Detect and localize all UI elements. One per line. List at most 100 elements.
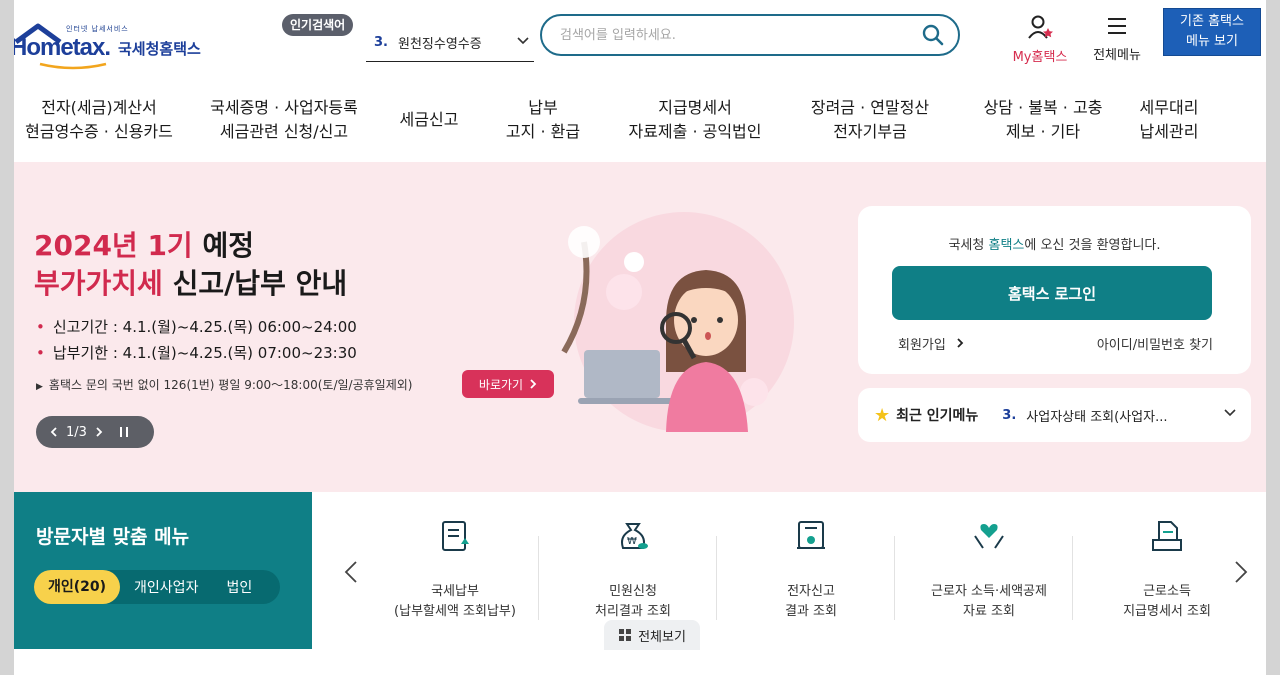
nav-line2: 납세관리: [1139, 122, 1199, 141]
card-line2: 결과 조회: [785, 604, 837, 619]
card-line1: 근로자 소득·세액공제: [931, 584, 1047, 599]
chevron-down-icon: [1224, 409, 1236, 417]
card-line2: 처리결과 조회: [595, 604, 671, 619]
pause-icon[interactable]: [119, 426, 129, 438]
welcome-brand: 홈택스: [988, 238, 1025, 253]
visitor-menu-title: 방문자별 맞춤 메뉴: [36, 526, 190, 548]
hero-title-line1: 2024년 1기 예정: [34, 224, 254, 264]
all-menu-button[interactable]: 전체메뉴: [1086, 14, 1148, 63]
find-id-password-link[interactable]: 아이디/비밀번호 찾기: [1097, 334, 1213, 353]
nav-line1: 장려금 · 연말정산: [810, 98, 930, 117]
hero-title2-dark: 신고/납부 안내: [172, 267, 348, 300]
nav-item-tax-return[interactable]: 세금신고: [384, 92, 474, 148]
login-button[interactable]: 홈택스 로그인: [892, 266, 1212, 320]
bullet-text: 납부기한 : 4.1.(월)~4.25.(목) 07:00~23:30: [52, 344, 357, 362]
nav-item-payment-statement[interactable]: 지급명세서 자료제출 · 공익법인: [612, 92, 778, 148]
note-text: 홈택스 문의 국번 없이 126(1번) 평일 9:00～18:00(토/일/공…: [48, 378, 413, 392]
tab-individual[interactable]: 개인(20): [34, 570, 121, 604]
view-all-label: 전체보기: [638, 629, 686, 645]
chevron-right-icon: [957, 338, 964, 348]
nav-line1: 국세증명 · 사업자등록: [210, 98, 358, 117]
recent-item: 사업자상태 조회(사업자...: [1026, 409, 1168, 425]
nav-item-consulting[interactable]: 상담 · 불복 · 고충 제보 · 기타: [962, 92, 1124, 148]
all-menu-label: 전체메뉴: [1093, 48, 1141, 63]
welcome-suffix: 에 오신 것을 환영합니다.: [1024, 238, 1161, 253]
nav-line2: 현금영수증 · 신용카드: [25, 122, 173, 141]
nav-line1: 세무대리: [1139, 98, 1199, 117]
login-card: 국세청 홈택스에 오신 것을 환영합니다. 홈택스 로그인 회원가입 아이디/비…: [858, 206, 1251, 374]
divider: [1072, 536, 1073, 620]
my-hometax-label: My홈택스: [1012, 50, 1068, 65]
welcome-text: 국세청 홈택스에 오신 것을 환영합니다.: [858, 234, 1251, 253]
nav-line2: 세금관련 신청/신고: [219, 122, 349, 141]
certificate-icon: [797, 521, 825, 549]
my-hometax-button[interactable]: My홈택스: [1006, 14, 1074, 65]
user-star-icon: [1028, 15, 1053, 39]
logo-subtitle: 인터넷 납세서비스: [66, 25, 129, 33]
old-hometax-line1: 기존 홈택스: [1180, 14, 1244, 29]
quick-card-worker-deduction[interactable]: 근로자 소득·세액공제 자료 조회: [900, 518, 1078, 619]
grid-icon: [619, 629, 632, 641]
recent-title: 최근 인기메뉴: [896, 408, 979, 424]
tax-payment-icon: [442, 521, 469, 551]
star-icon: ★: [874, 404, 891, 426]
welcome-prefix: 국세청: [948, 238, 989, 253]
quick-menu-carousel: 국세납부 (납부할세액 조회납부) ₩ 민원신청 처리결과 조회 전자신고 결과…: [326, 492, 1252, 650]
prev-slide-icon[interactable]: [50, 426, 58, 438]
logo-korean: 국세청홈택스: [118, 40, 201, 58]
nav-line1: 납부: [528, 98, 558, 117]
hero-bullet-period: • 신고기간 : 4.1.(월)~4.25.(목) 06:00~24:00: [36, 316, 357, 337]
search-box: [540, 14, 960, 56]
nav-line2: 자료제출 · 공익법인: [628, 122, 762, 141]
quick-card-earned-income[interactable]: 근로소득 지급명세서 조회: [1078, 518, 1256, 619]
popular-search-select[interactable]: 3. 원천징수영수증: [366, 24, 534, 62]
hamburger-menu-icon: [1108, 18, 1126, 34]
card-line2: (납부할세액 조회납부): [394, 604, 516, 619]
nav-line1: 지급명세서: [658, 98, 732, 117]
divider: [716, 536, 717, 620]
card-line2: 지급명세서 조회: [1123, 604, 1211, 619]
quick-card-e-filing[interactable]: 전자신고 결과 조회: [722, 518, 900, 619]
old-hometax-line2: 메뉴 보기: [1186, 34, 1238, 49]
pager-count: 1/3: [66, 424, 87, 440]
quick-menu-section: 방문자별 맞춤 메뉴 개인(20) 개인사업자 법인 국세납부 (납부할세액 조…: [14, 492, 1266, 675]
search-icon[interactable]: [922, 24, 944, 46]
divider: [894, 536, 895, 620]
triangle-right-icon: ▶: [36, 382, 43, 392]
document-tray-icon: [1152, 521, 1182, 551]
hometax-logo[interactable]: 인터넷 납세서비스 Hometax. 국세청홈택스: [14, 22, 228, 74]
old-hometax-menu-button[interactable]: 기존 홈택스 메뉴 보기: [1163, 8, 1261, 56]
nav-item-incentive[interactable]: 장려금 · 연말정산 전자기부금: [778, 92, 962, 148]
signup-label: 회원가입: [898, 338, 946, 353]
card-line1: 근로소득: [1143, 584, 1191, 599]
popular-term: 원천징수영수증: [397, 37, 482, 52]
popular-rank: 3.: [374, 35, 388, 50]
nav-item-certificate[interactable]: 국세증명 · 사업자등록 세금관련 신청/신고: [184, 92, 384, 148]
logo-brand: Hometax.: [14, 34, 111, 61]
nav-line2: 제보 · 기타: [1005, 122, 1081, 141]
next-slide-icon[interactable]: [95, 426, 103, 438]
hero-title1-red: 2024년 1기: [34, 229, 193, 262]
divider: [538, 536, 539, 620]
nav-line2: 고지 · 환급: [505, 122, 581, 141]
card-line1: 전자신고: [787, 584, 835, 599]
search-input[interactable]: [560, 27, 900, 43]
recent-popular-menu[interactable]: ★ 최근 인기메뉴 3. 사업자상태 조회(사업자...: [858, 388, 1251, 442]
hero-contact-note: ▶ 홈택스 문의 국번 없이 126(1번) 평일 9:00～18:00(토/일/…: [36, 376, 412, 393]
hero-title-line2: 부가가치세 신고/납부 안내: [34, 262, 347, 302]
quick-card-tax-payment[interactable]: 국세납부 (납부할세액 조회납부): [366, 518, 544, 619]
bullet-dot-icon: •: [36, 318, 45, 336]
card-line1: 국세납부: [431, 584, 479, 599]
tab-sole-proprietor[interactable]: 개인사업자: [120, 577, 212, 597]
carousel-prev-icon[interactable]: [344, 560, 358, 584]
bullet-text: 신고기간 : 4.1.(월)~4.25.(목) 06:00~24:00: [52, 318, 357, 336]
signup-link[interactable]: 회원가입: [898, 334, 964, 353]
nav-item-tax-agent[interactable]: 세무대리 납세관리: [1124, 92, 1214, 148]
quick-card-civil-petition[interactable]: ₩ 민원신청 처리결과 조회: [544, 518, 722, 619]
nav-item-payment[interactable]: 납부 고지 · 환급: [474, 92, 612, 148]
view-all-button[interactable]: 전체보기: [604, 620, 700, 650]
nav-item-e-invoice[interactable]: 전자(세금)계산서 현금영수증 · 신용카드: [14, 92, 184, 148]
tab-corporation[interactable]: 법인: [212, 577, 266, 597]
go-button-label: 바로가기: [478, 377, 524, 392]
card-line2: 자료 조회: [963, 604, 1015, 619]
